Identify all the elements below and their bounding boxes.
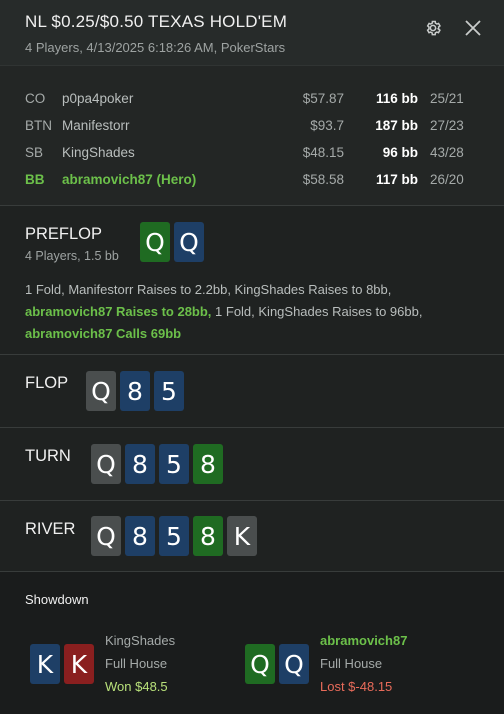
close-icon[interactable] (463, 18, 483, 38)
playing-card: 5 (159, 444, 189, 484)
player-stats: 25/21 (430, 91, 464, 106)
turn-section: TURN Q858 (0, 428, 504, 501)
playing-card: Q (174, 222, 204, 262)
showdown-hand-rank: Full House (320, 656, 383, 671)
hand-subtitle: 4 Players, 4/13/2025 6:18:26 AM, PokerSt… (25, 40, 286, 55)
playing-card: K (227, 516, 257, 556)
player-name[interactable]: abramovich87 (Hero) (62, 172, 196, 187)
player-name[interactable]: p0pa4poker (62, 91, 133, 106)
playing-card: Q (279, 644, 309, 684)
playing-card: Q (91, 516, 121, 556)
player-name[interactable]: KingShades (62, 145, 135, 160)
player-stack-bb: 96 bb (382, 145, 418, 160)
street-label: FLOP (25, 374, 69, 392)
showdown-player-name[interactable]: KingShades (105, 633, 175, 648)
showdown-result: Lost $-48.15 (320, 679, 393, 694)
flop-cards: Q85 (86, 371, 184, 411)
playing-card: 8 (125, 444, 155, 484)
action-line: 1 Fold, Manifestorr Raises to 2.2bb, Kin… (25, 282, 392, 297)
player-stack: $93.7 (310, 118, 344, 133)
playing-card: 5 (159, 516, 189, 556)
player-stack-bb: 116 bb (375, 91, 418, 106)
preflop-actions: 1 Fold, Manifestorr Raises to 2.2bb, Kin… (25, 279, 485, 345)
playing-card: Q (86, 371, 116, 411)
player-stats: 43/28 (430, 145, 464, 160)
street-label: RIVER (25, 520, 76, 538)
playing-card: Q (245, 644, 275, 684)
player-position: SB (25, 145, 44, 160)
player-position: BTN (25, 118, 52, 133)
hand-title: NL $0.25/$0.50 TEXAS HOLD'EM (25, 12, 288, 31)
player-stack-bb: 117 bb (375, 172, 418, 187)
header: NL $0.25/$0.50 TEXAS HOLD'EM 4 Players, … (0, 0, 504, 66)
player-row: SB KingShades $48.15 96 bb 43/28 (0, 145, 504, 165)
hero-action: abramovich87 Calls 69bb (25, 326, 182, 341)
player-list: CO p0pa4poker $57.87 116 bb 25/21 BTN Ma… (0, 66, 504, 206)
action-text: 1 Fold, KingShades Raises to 96bb, (211, 304, 423, 319)
player-position: CO (25, 91, 46, 106)
river-cards: Q858K (91, 516, 257, 556)
showdown-section: Showdown KK KingShades Full House Won $4… (0, 572, 504, 714)
playing-card: K (64, 644, 94, 684)
showdown-cards: QQ (245, 644, 309, 684)
street-label: TURN (25, 447, 71, 465)
playing-card: Q (140, 222, 170, 262)
player-stack-bb: 187 bb (375, 118, 418, 133)
flop-section: FLOP Q85 (0, 355, 504, 428)
turn-cards: Q858 (91, 444, 223, 484)
player-row: BTN Manifestorr $93.7 187 bb 27/23 (0, 118, 504, 138)
player-stats: 26/20 (430, 172, 464, 187)
playing-card: 8 (193, 444, 223, 484)
player-stats: 27/23 (430, 118, 464, 133)
action-line: abramovich87 Raises to 28bb, 1 Fold, Kin… (25, 301, 485, 323)
player-row: CO p0pa4poker $57.87 116 bb 25/21 (0, 91, 504, 111)
showdown-player-name[interactable]: abramovich87 (320, 633, 407, 648)
playing-card: Q (91, 444, 121, 484)
playing-card: K (30, 644, 60, 684)
player-stack: $48.15 (302, 145, 344, 160)
river-section: RIVER Q858K (0, 501, 504, 572)
playing-card: 8 (193, 516, 223, 556)
showdown-hand-rank: Full House (105, 656, 168, 671)
preflop-section: PREFLOP 4 Players, 1.5 bb QQ 1 Fold, Man… (0, 206, 504, 355)
player-row-hero: BB abramovich87 (Hero) $58.58 117 bb 26/… (0, 172, 504, 192)
player-stack: $58.58 (302, 172, 344, 187)
playing-card: 8 (125, 516, 155, 556)
showdown-cards: KK (30, 644, 94, 684)
showdown-result: Won $48.5 (105, 679, 168, 694)
action-line: abramovich87 Calls 69bb (25, 323, 485, 345)
preflop-players-info: 4 Players, 1.5 bb (25, 249, 119, 263)
hero-action: abramovich87 Raises to 28bb, (25, 304, 212, 319)
gear-icon[interactable] (424, 19, 442, 37)
street-label: PREFLOP (25, 225, 103, 243)
playing-card: 8 (120, 371, 150, 411)
playing-card: 5 (154, 371, 184, 411)
player-position: BB (25, 172, 45, 187)
player-stack: $57.87 (302, 91, 344, 106)
hero-hole-cards: QQ (140, 222, 204, 262)
player-name[interactable]: Manifestorr (62, 118, 130, 133)
showdown-title: Showdown (25, 592, 89, 607)
